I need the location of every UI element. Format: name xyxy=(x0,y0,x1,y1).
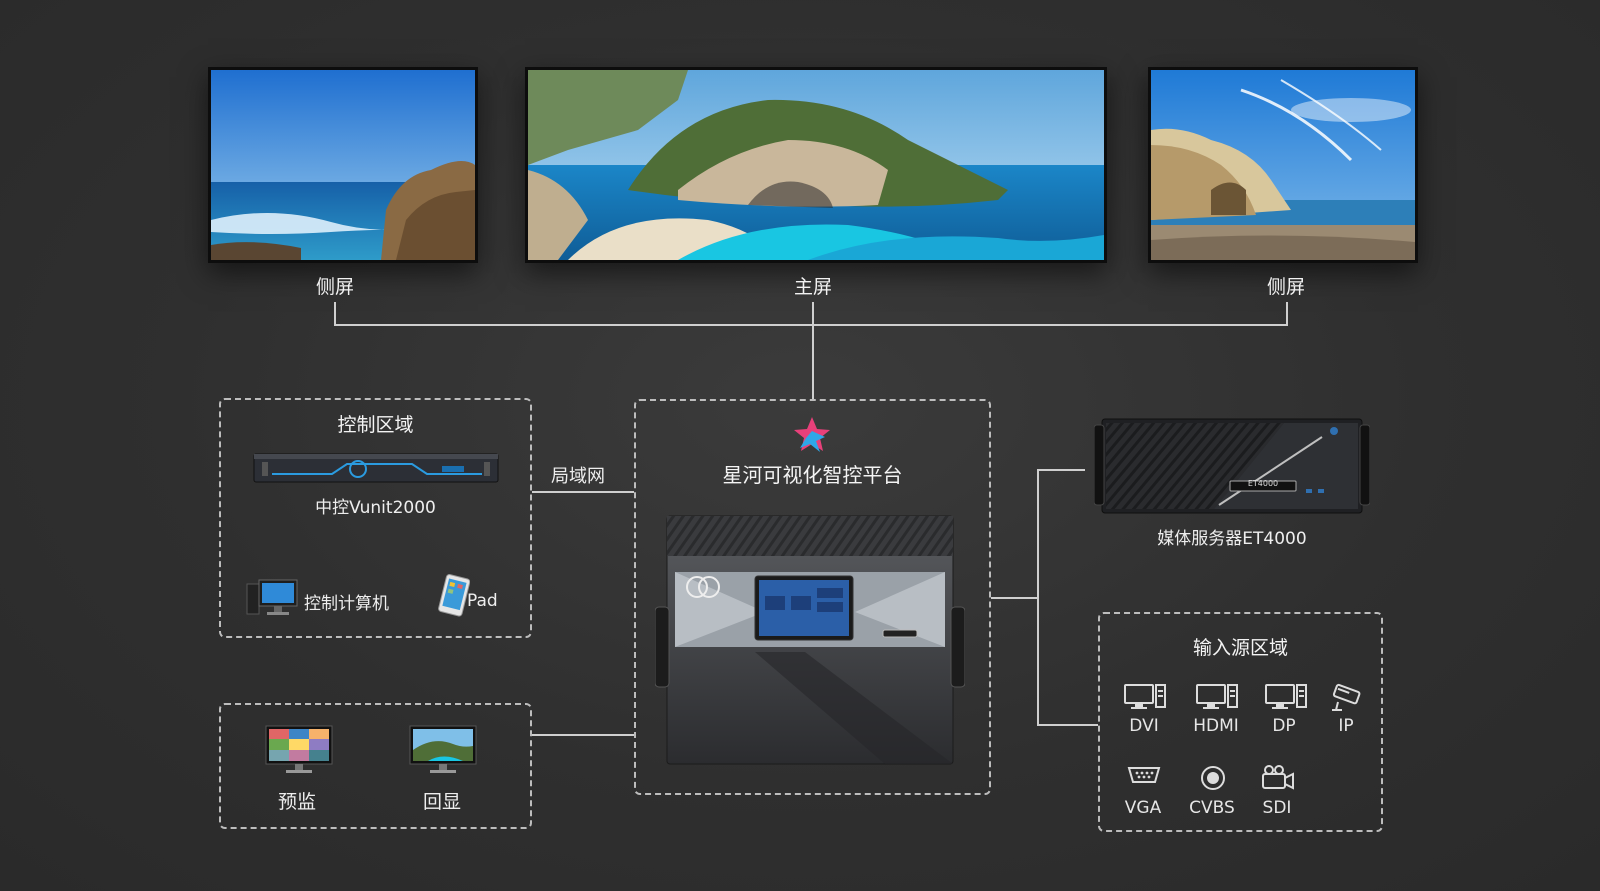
platform-output-connector xyxy=(991,597,1039,599)
cove-image xyxy=(528,70,1104,260)
right-screen-label: 侧屏 xyxy=(1266,276,1305,298)
preview-label: 预监 xyxy=(278,791,317,813)
cliff-image xyxy=(1151,70,1415,260)
screen-bus-line xyxy=(334,324,1288,326)
ip-camera-icon xyxy=(1306,682,1386,716)
media-server-badge: ET4000 xyxy=(1247,479,1279,488)
connector xyxy=(812,324,814,400)
xinghe-star-logo xyxy=(792,415,832,453)
input-zone-connector xyxy=(1037,724,1098,726)
control-zone-title: 控制区域 xyxy=(337,414,414,436)
lan-label: 局域网 xyxy=(551,466,605,487)
main-screen xyxy=(525,67,1107,263)
source-label: VGA xyxy=(1124,798,1162,818)
right-side-screen xyxy=(1148,67,1418,263)
monitor-connector xyxy=(532,734,634,736)
pad-tablet-icon xyxy=(436,574,471,618)
echo-label: 回显 xyxy=(423,791,462,813)
connector xyxy=(812,302,814,326)
vunit2000-device xyxy=(252,450,500,485)
desktop-computer-icon xyxy=(243,578,299,620)
platform-title: 星河可视化智控平台 xyxy=(722,463,903,487)
vga-connector-icon xyxy=(1104,764,1184,798)
source-label: DVI xyxy=(1129,716,1159,736)
connector xyxy=(334,302,336,326)
echo-monitor-icon xyxy=(408,724,478,776)
media-server-label: 媒体服务器ET4000 xyxy=(1157,529,1307,549)
input-zone-title: 输入源区域 xyxy=(1192,637,1288,659)
pad-label: Pad xyxy=(467,591,498,611)
source-label: IP xyxy=(1338,716,1354,736)
main-screen-label: 主屏 xyxy=(793,276,832,298)
connector xyxy=(1286,302,1288,326)
control-computer-label: 控制计算机 xyxy=(304,594,389,614)
sdi-camera-icon xyxy=(1237,764,1317,798)
right-trunk-line xyxy=(1037,469,1039,726)
video-wall-splicer-device xyxy=(654,512,966,767)
dvi-monitor-icon xyxy=(1105,682,1185,716)
lan-connector xyxy=(532,491,634,493)
left-side-screen xyxy=(208,67,478,263)
left-screen-label: 侧屏 xyxy=(315,276,354,298)
seascape-image xyxy=(211,70,475,260)
vunit2000-label: 中控Vunit2000 xyxy=(315,498,436,518)
media-server-et4000-device: ET4000 xyxy=(1093,417,1371,517)
hdmi-monitor-icon xyxy=(1177,682,1257,716)
media-server-connector xyxy=(1037,469,1085,471)
source-label: SDI xyxy=(1262,798,1292,818)
preview-monitor-icon xyxy=(264,724,334,776)
